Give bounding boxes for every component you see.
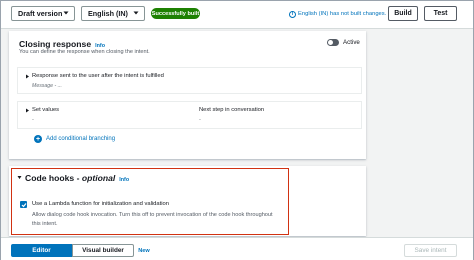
bottom-bar: Editor Visual builder New Save intent xyxy=(1,237,473,260)
code-hooks-title-text: Code hooks - xyxy=(25,173,82,183)
set-values-label: Set values xyxy=(32,107,60,113)
check-icon xyxy=(21,202,26,207)
lambda-checkbox-description: Allow dialog code hook invocation. Turn … xyxy=(32,212,273,227)
caret-down-icon[interactable] xyxy=(17,175,22,180)
response-card[interactable] xyxy=(17,67,362,94)
code-hooks-info-link[interactable]: Info xyxy=(119,177,129,183)
info-circle-icon: i xyxy=(289,10,296,18)
language-select[interactable]: English (IN) xyxy=(81,6,145,21)
chevron-down-icon xyxy=(133,11,139,15)
next-step-label: Next step in conversation xyxy=(199,107,265,113)
set-values-value: - xyxy=(32,117,34,123)
response-label: Response sent to the user after the inte… xyxy=(32,73,164,79)
chevron-down-icon xyxy=(63,11,69,15)
next-step-value: - xyxy=(199,117,201,123)
version-select-label: Draft version xyxy=(18,9,63,18)
build-notice-text: English (IN) has not built changes. xyxy=(298,11,387,17)
code-hooks-title-optional: optional xyxy=(81,173,116,183)
active-toggle[interactable] xyxy=(327,39,339,46)
add-icon[interactable]: + xyxy=(34,135,42,143)
closing-response-description: You can define the response when closing… xyxy=(19,49,150,55)
lambda-checkbox-label: Use a Lambda function for initialization… xyxy=(32,201,169,207)
lambda-checkbox[interactable] xyxy=(20,201,27,208)
new-badge: New xyxy=(138,247,150,254)
caret-right-icon[interactable] xyxy=(25,108,30,113)
test-button[interactable]: Test xyxy=(424,6,457,21)
language-select-label: English (IN) xyxy=(88,9,128,18)
build-notice: i English (IN) has not built changes. xyxy=(289,9,386,19)
add-conditional-branching-link[interactable]: Add conditional branching xyxy=(46,136,115,142)
active-toggle-label: Active xyxy=(343,39,360,46)
tab-editor[interactable]: Editor xyxy=(11,244,72,257)
tab-visual-builder[interactable]: Visual builder xyxy=(72,244,134,257)
code-hooks-title: Code hooks - optional Info xyxy=(25,173,129,183)
set-values-card[interactable] xyxy=(17,101,362,129)
caret-right-icon[interactable] xyxy=(25,74,30,79)
version-select[interactable]: Draft version xyxy=(11,6,75,21)
build-button[interactable]: Build xyxy=(388,6,418,21)
closing-response-title: Closing response Info xyxy=(19,39,105,49)
app-frame: Draft version English (IN) Successfully … xyxy=(0,0,474,260)
closing-response-title-text: Closing response xyxy=(19,39,92,49)
save-intent-button[interactable]: Save intent xyxy=(404,244,457,257)
build-status-badge: Successfully built xyxy=(151,8,200,19)
message-placeholder: Message - ... xyxy=(32,83,62,89)
top-toolbar: Draft version English (IN) Successfully … xyxy=(1,1,473,29)
